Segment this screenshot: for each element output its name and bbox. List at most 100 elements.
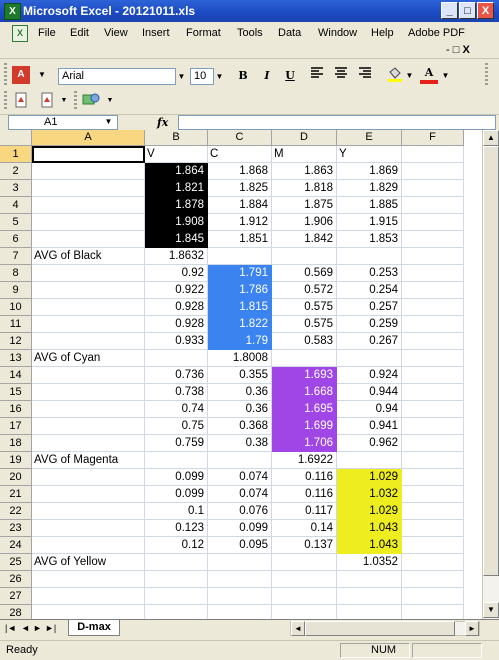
cell-f12[interactable] — [402, 333, 464, 350]
cell-e7[interactable] — [337, 248, 402, 265]
cell-a7[interactable]: AVG of Black — [32, 248, 145, 265]
cell-d6[interactable]: 1.842 — [272, 231, 337, 248]
cell-f16[interactable] — [402, 401, 464, 418]
row-header-8[interactable]: 8 — [0, 265, 32, 282]
cell-c27[interactable] — [208, 588, 272, 605]
cell-a22[interactable] — [32, 503, 145, 520]
next-sheet-icon[interactable]: ► — [33, 623, 42, 633]
cell-b7[interactable]: 1.8632 — [145, 248, 208, 265]
row-header-1[interactable]: 1 — [0, 146, 32, 163]
cell-e17[interactable]: 0.941 — [337, 418, 402, 435]
menu-format[interactable]: Format — [186, 27, 221, 39]
pdf-toolbar-chevron-icon[interactable]: ▼ — [60, 92, 68, 110]
font-size-dropdown-icon[interactable]: ▼ — [214, 68, 225, 85]
insert-function-icon[interactable]: fx — [157, 116, 168, 129]
prev-sheet-icon[interactable]: ◄ — [21, 623, 30, 633]
row-header-18[interactable]: 18 — [0, 435, 32, 452]
cell-c21[interactable]: 0.074 — [208, 486, 272, 503]
cell-f19[interactable] — [402, 452, 464, 469]
cell-c4[interactable]: 1.884 — [208, 197, 272, 214]
cell-f27[interactable] — [402, 588, 464, 605]
row-header-6[interactable]: 6 — [0, 231, 32, 248]
cell-e24[interactable]: 1.043 — [337, 537, 402, 554]
cell-f1[interactable] — [402, 146, 464, 163]
cell-e20[interactable]: 1.029 — [337, 469, 402, 486]
cell-c9[interactable]: 1.786 — [208, 282, 272, 299]
cell-a21[interactable] — [32, 486, 145, 503]
cell-a1[interactable] — [32, 146, 145, 163]
cell-d16[interactable]: 1.695 — [272, 401, 337, 418]
cell-e5[interactable]: 1.915 — [337, 214, 402, 231]
align-right-icon[interactable] — [356, 67, 374, 85]
font-color-dropdown-icon[interactable]: ▼ — [440, 67, 451, 84]
scroll-up-icon[interactable]: ▲ — [483, 130, 499, 146]
cell-a13[interactable]: AVG of Cyan — [32, 350, 145, 367]
row-header-25[interactable]: 25 — [0, 554, 32, 571]
italic-button[interactable]: I — [258, 67, 276, 85]
cell-f10[interactable] — [402, 299, 464, 316]
column-header-a[interactable]: A — [32, 130, 145, 146]
cell-e2[interactable]: 1.869 — [337, 163, 402, 180]
cell-a15[interactable] — [32, 384, 145, 401]
cell-f4[interactable] — [402, 197, 464, 214]
cell-d27[interactable] — [272, 588, 337, 605]
row-header-15[interactable]: 15 — [0, 384, 32, 401]
cell-b1[interactable]: V — [145, 146, 208, 163]
row-header-20[interactable]: 20 — [0, 469, 32, 486]
cell-b8[interactable]: 0.92 — [145, 265, 208, 282]
cell-f11[interactable] — [402, 316, 464, 333]
row-header-22[interactable]: 22 — [0, 503, 32, 520]
cell-b22[interactable]: 0.1 — [145, 503, 208, 520]
review-chevron-icon[interactable]: ▼ — [106, 92, 114, 110]
cell-b25[interactable] — [145, 554, 208, 571]
acrobat-icon[interactable]: A — [12, 66, 30, 84]
cell-a8[interactable] — [32, 265, 145, 282]
underline-button[interactable]: U — [281, 67, 299, 85]
cell-e16[interactable]: 0.94 — [337, 401, 402, 418]
minimize-button[interactable]: _ — [441, 2, 458, 19]
cell-c20[interactable]: 0.074 — [208, 469, 272, 486]
cell-f15[interactable] — [402, 384, 464, 401]
cell-e27[interactable] — [337, 588, 402, 605]
cell-f9[interactable] — [402, 282, 464, 299]
cell-c16[interactable]: 0.36 — [208, 401, 272, 418]
cell-b3[interactable]: 1.821 — [145, 180, 208, 197]
menu-tools[interactable]: Tools — [237, 27, 263, 39]
row-header-5[interactable]: 5 — [0, 214, 32, 231]
cell-d2[interactable]: 1.863 — [272, 163, 337, 180]
cell-d24[interactable]: 0.137 — [272, 537, 337, 554]
cell-a27[interactable] — [32, 588, 145, 605]
cell-d12[interactable]: 0.583 — [272, 333, 337, 350]
cell-c13[interactable]: 1.8008 — [208, 350, 272, 367]
column-header-e[interactable]: E — [337, 130, 402, 146]
cell-b4[interactable]: 1.878 — [145, 197, 208, 214]
cell-b24[interactable]: 0.12 — [145, 537, 208, 554]
cell-b23[interactable]: 0.123 — [145, 520, 208, 537]
column-header-d[interactable]: D — [272, 130, 337, 146]
row-header-26[interactable]: 26 — [0, 571, 32, 588]
cell-d13[interactable] — [272, 350, 337, 367]
scroll-thumb[interactable] — [483, 146, 499, 576]
row-header-12[interactable]: 12 — [0, 333, 32, 350]
cell-e3[interactable]: 1.829 — [337, 180, 402, 197]
cell-b2[interactable]: 1.864 — [145, 163, 208, 180]
cell-e1[interactable]: Y — [337, 146, 402, 163]
menu-view[interactable]: View — [104, 27, 128, 39]
cell-f24[interactable] — [402, 537, 464, 554]
worksheet-grid[interactable]: A B C D E F 1 V C M Y 2 1.864 1.868 1.863 1.869 3 1.821 1.… — [0, 130, 499, 622]
cell-b15[interactable]: 0.738 — [145, 384, 208, 401]
cell-b11[interactable]: 0.928 — [145, 316, 208, 333]
horizontal-scrollbar[interactable]: ◄ ► — [290, 621, 480, 636]
cell-f7[interactable] — [402, 248, 464, 265]
cell-e10[interactable]: 0.257 — [337, 299, 402, 316]
cell-e11[interactable]: 0.259 — [337, 316, 402, 333]
cell-f23[interactable] — [402, 520, 464, 537]
cell-e19[interactable] — [337, 452, 402, 469]
cell-e6[interactable]: 1.853 — [337, 231, 402, 248]
font-size-select[interactable]: 10 — [190, 68, 214, 85]
cell-f3[interactable] — [402, 180, 464, 197]
cell-a25[interactable]: AVG of Yellow — [32, 554, 145, 571]
cell-e21[interactable]: 1.032 — [337, 486, 402, 503]
cell-e4[interactable]: 1.885 — [337, 197, 402, 214]
toolbar-grip[interactable] — [4, 91, 7, 111]
